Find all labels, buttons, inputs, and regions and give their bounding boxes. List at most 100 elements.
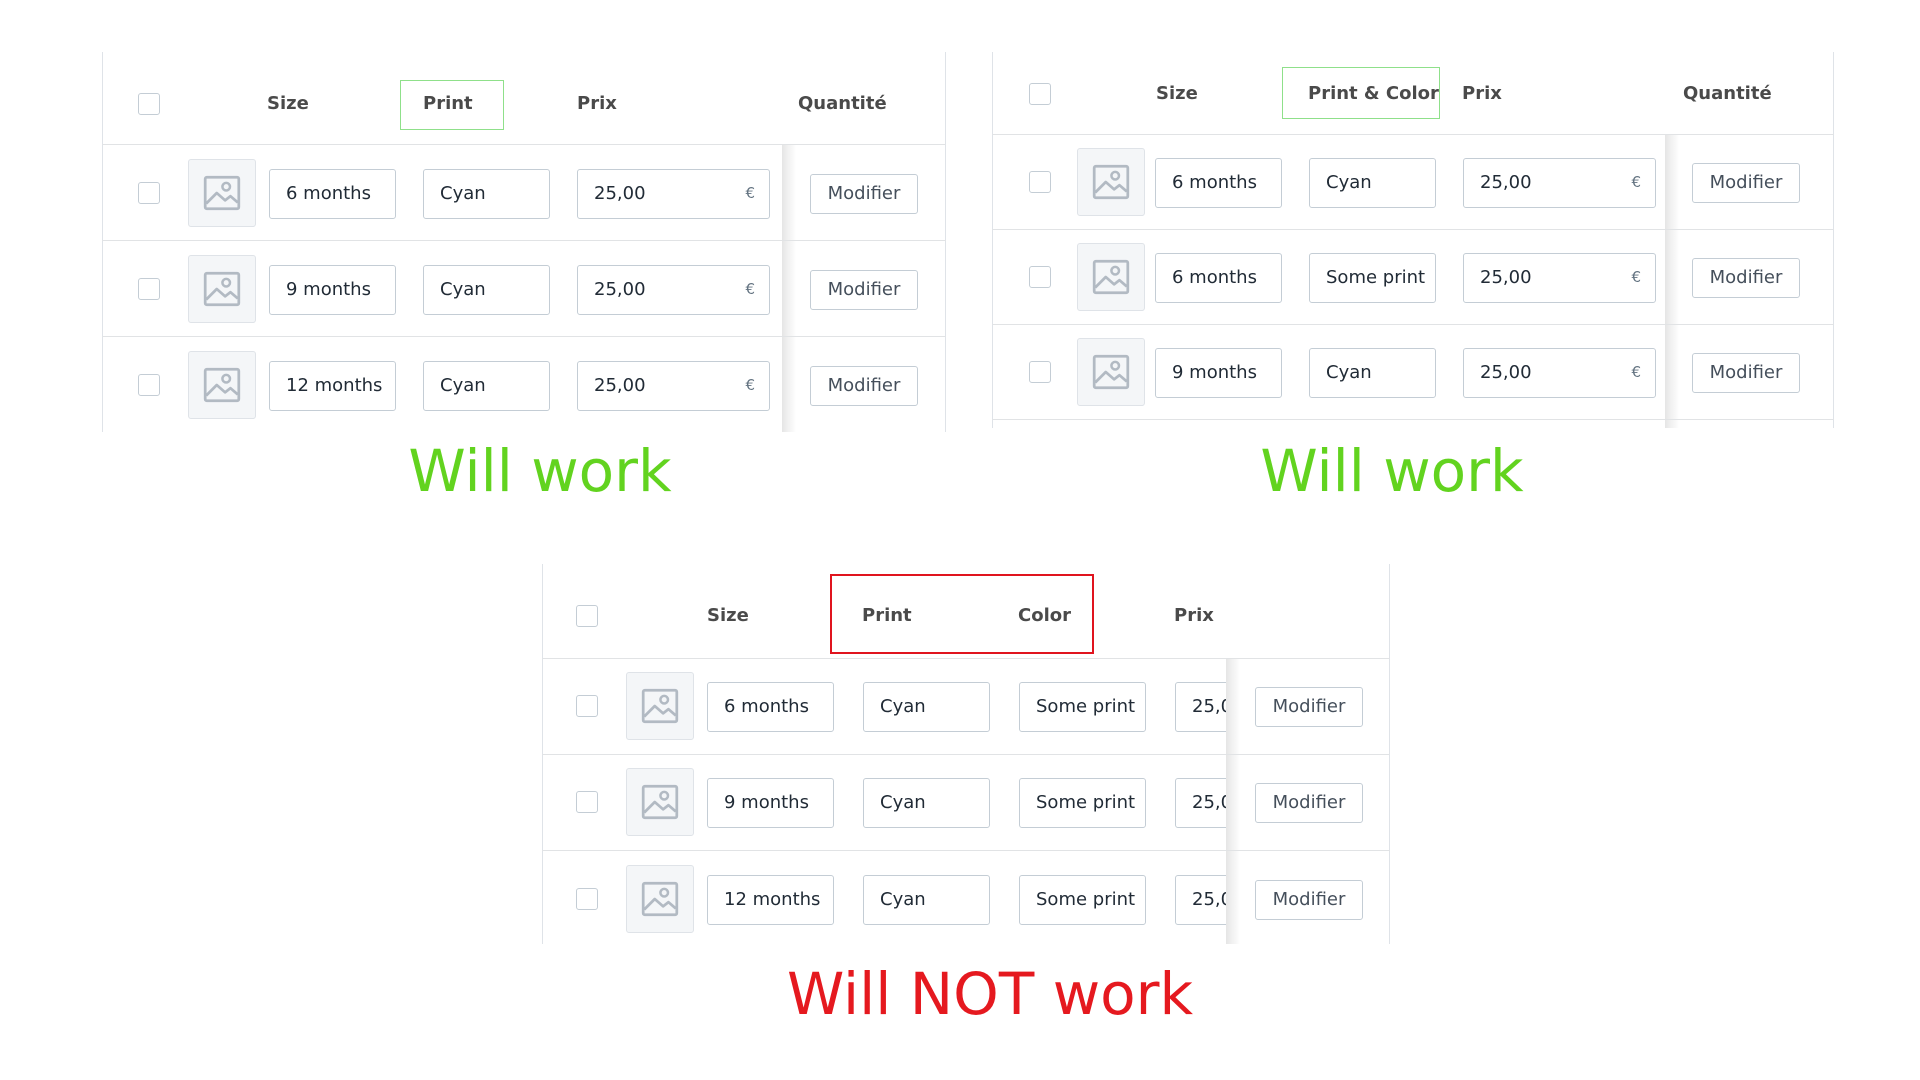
currency-unit: € xyxy=(1631,363,1641,381)
price-field[interactable]: 25,00 € xyxy=(577,361,770,411)
image-placeholder-icon xyxy=(1077,338,1145,406)
color-field[interactable]: Some print xyxy=(1019,875,1146,925)
row-checkbox[interactable] xyxy=(138,278,160,300)
price-value: 25,00 xyxy=(1480,172,1532,193)
image-placeholder-icon xyxy=(188,255,256,323)
price-value: 25,00 xyxy=(594,375,646,396)
panel-border-right xyxy=(1833,52,1834,428)
size-field[interactable]: 9 months xyxy=(1155,348,1282,398)
image-placeholder-icon xyxy=(626,672,694,740)
modifier-button[interactable]: Modifier xyxy=(810,366,918,406)
row-checkbox[interactable] xyxy=(576,695,598,717)
table-panel-print-color: Size Print & Color Prix Quantité 6 month… xyxy=(992,52,1834,428)
caption-will-work: Will work xyxy=(1260,437,1524,505)
print-color-field[interactable]: Some print xyxy=(1309,253,1436,303)
price-value: 25,00 xyxy=(594,183,646,204)
image-placeholder-icon xyxy=(188,351,256,419)
panel-border-left xyxy=(992,52,993,428)
column-header-print: Print xyxy=(862,605,912,626)
column-header-quantite: Quantité xyxy=(1683,83,1772,104)
column-header-size: Size xyxy=(707,605,749,626)
color-field[interactable]: Some print xyxy=(1019,682,1146,732)
modifier-button[interactable]: Modifier xyxy=(1692,163,1800,203)
column-header-prix: Prix xyxy=(1174,605,1214,626)
print-field[interactable]: Cyan xyxy=(863,875,990,925)
scroll-shadow xyxy=(1665,135,1679,428)
select-all-checkbox[interactable] xyxy=(576,605,598,627)
modifier-button[interactable]: Modifier xyxy=(810,270,918,310)
print-field[interactable]: Cyan xyxy=(423,361,550,411)
select-all-checkbox[interactable] xyxy=(1029,83,1051,105)
size-field[interactable]: 6 months xyxy=(707,682,834,732)
currency-unit: € xyxy=(1631,173,1641,191)
print-field[interactable]: Cyan xyxy=(863,778,990,828)
column-header-print-color: Print & Color xyxy=(1308,83,1439,104)
row-divider xyxy=(102,336,946,337)
column-header-size: Size xyxy=(267,93,309,114)
row-divider xyxy=(992,419,1834,420)
row-checkbox[interactable] xyxy=(1029,171,1051,193)
row-divider xyxy=(102,240,946,241)
image-placeholder-icon xyxy=(188,159,256,227)
price-field[interactable]: 25,00 € xyxy=(1463,158,1656,208)
price-value: 25,00 xyxy=(1480,267,1532,288)
size-field[interactable]: 6 months xyxy=(1155,253,1282,303)
caption-will-work: Will work xyxy=(408,437,672,505)
modifier-button[interactable]: Modifier xyxy=(810,174,918,214)
modifier-button[interactable]: Modifier xyxy=(1255,687,1363,727)
print-field[interactable]: Cyan xyxy=(863,682,990,732)
select-all-checkbox[interactable] xyxy=(138,93,160,115)
size-field[interactable]: 6 months xyxy=(269,169,396,219)
scroll-shadow xyxy=(782,145,796,432)
size-field[interactable]: 12 months xyxy=(707,875,834,925)
row-checkbox[interactable] xyxy=(1029,266,1051,288)
size-field[interactable]: 9 months xyxy=(269,265,396,315)
size-field[interactable]: 9 months xyxy=(707,778,834,828)
color-field[interactable]: Some print xyxy=(1019,778,1146,828)
table-panel-separate: Size Print Color Prix 6 months Cyan Some… xyxy=(542,564,1390,944)
modifier-button[interactable]: Modifier xyxy=(1255,880,1363,920)
row-checkbox[interactable] xyxy=(1029,361,1051,383)
row-divider xyxy=(102,144,946,145)
row-checkbox[interactable] xyxy=(576,888,598,910)
image-placeholder-icon xyxy=(626,865,694,933)
row-divider xyxy=(992,229,1834,230)
panel-border-left xyxy=(102,52,103,432)
size-field[interactable]: 6 months xyxy=(1155,158,1282,208)
image-placeholder-icon xyxy=(626,768,694,836)
modifier-button[interactable]: Modifier xyxy=(1692,258,1800,298)
row-divider xyxy=(992,324,1834,325)
row-checkbox[interactable] xyxy=(138,182,160,204)
caption-will-not-work: Will NOT work xyxy=(786,960,1194,1028)
currency-unit: € xyxy=(745,376,755,394)
row-divider xyxy=(992,134,1834,135)
column-header-quantite: Quantité xyxy=(798,93,887,114)
price-value: 25,00 xyxy=(1480,362,1532,383)
price-field[interactable]: 25,00 € xyxy=(1463,348,1656,398)
price-field[interactable]: 25,00 € xyxy=(1463,253,1656,303)
print-field[interactable]: Cyan xyxy=(423,169,550,219)
image-placeholder-icon xyxy=(1077,148,1145,216)
print-color-field[interactable]: Cyan xyxy=(1309,348,1436,398)
price-field[interactable]: 25,00 € xyxy=(577,265,770,315)
column-header-size: Size xyxy=(1156,83,1198,104)
row-checkbox[interactable] xyxy=(138,374,160,396)
scroll-shadow xyxy=(1226,659,1240,944)
panel-border-right xyxy=(945,52,946,432)
price-field[interactable]: 25,00 € xyxy=(577,169,770,219)
currency-unit: € xyxy=(745,280,755,298)
currency-unit: € xyxy=(1631,268,1641,286)
size-field[interactable]: 12 months xyxy=(269,361,396,411)
row-checkbox[interactable] xyxy=(576,791,598,813)
modifier-button[interactable]: Modifier xyxy=(1255,783,1363,823)
column-header-color: Color xyxy=(1018,605,1071,626)
column-header-print: Print xyxy=(423,93,473,114)
modifier-button[interactable]: Modifier xyxy=(1692,353,1800,393)
price-value: 25,00 xyxy=(594,279,646,300)
image-placeholder-icon xyxy=(1077,243,1145,311)
row-divider xyxy=(1226,754,1390,755)
print-color-field[interactable]: Cyan xyxy=(1309,158,1436,208)
row-divider xyxy=(1226,850,1390,851)
print-field[interactable]: Cyan xyxy=(423,265,550,315)
currency-unit: € xyxy=(745,184,755,202)
